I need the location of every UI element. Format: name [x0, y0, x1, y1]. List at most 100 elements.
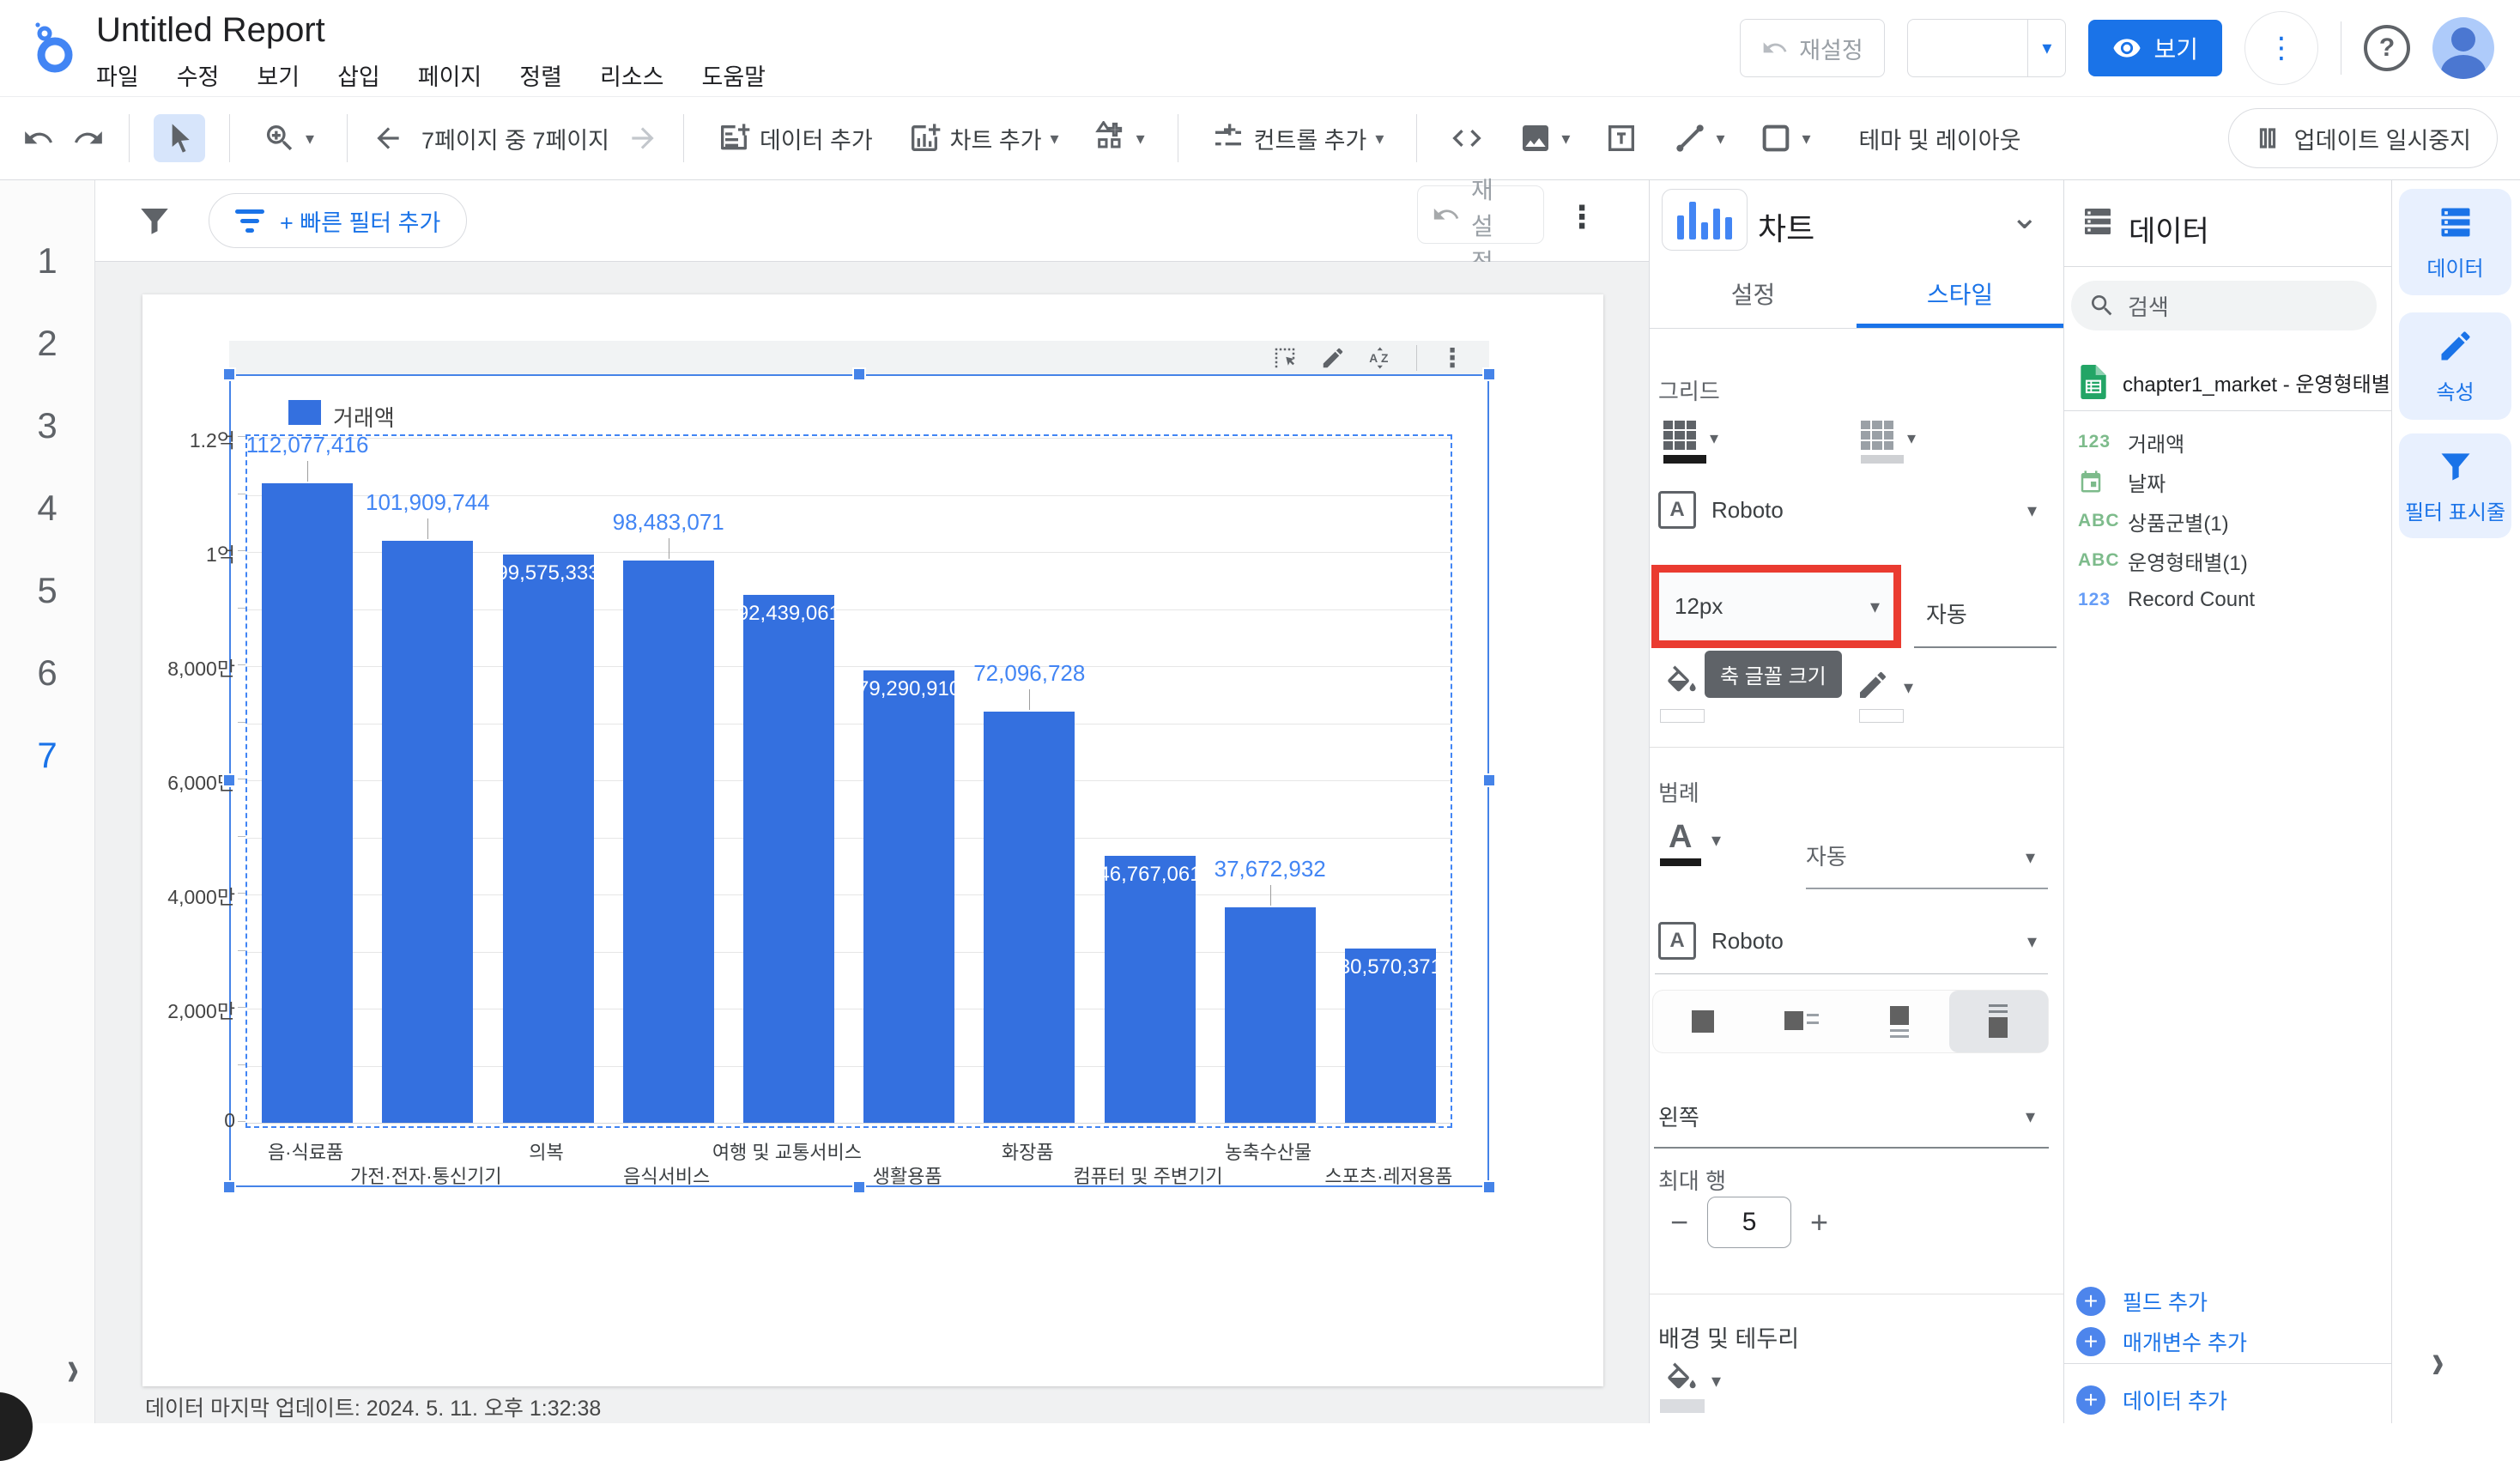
add-data-button[interactable]: 데이터 추가 [708, 114, 881, 162]
add-text-button[interactable] [1596, 114, 1647, 162]
field-row-상품군별(1)[interactable]: ABC 상품군별(1) [2064, 501, 2391, 541]
menu-item-수정[interactable]: 수정 [177, 58, 220, 92]
add-shape-button[interactable]: ▾ [1750, 114, 1819, 162]
view-button[interactable]: 보기 [2088, 20, 2222, 76]
legend-pos-none-button[interactable] [1653, 991, 1752, 1052]
report-title[interactable]: Untitled Report [96, 10, 766, 50]
add-parameter-button[interactable]: + 매개변수 추가 [2076, 1326, 2247, 1357]
bar-화장품[interactable] [984, 711, 1075, 1123]
page-indicator[interactable]: 7페이지 중 7페이지 [421, 122, 609, 155]
chevron-down-icon[interactable]: ⌄ [2010, 197, 2039, 237]
field-row-Record Count[interactable]: 123 Record Count [2064, 580, 2391, 620]
menu-item-보기[interactable]: 보기 [257, 58, 300, 92]
dropdown-arrow-icon[interactable]: ▾ [1711, 1370, 1721, 1392]
max-rows-value[interactable]: 5 [1707, 1197, 1792, 1248]
legend-alignment-select[interactable]: 왼쪽 [1658, 1100, 1699, 1132]
redo-icon[interactable] [72, 122, 105, 155]
share-button[interactable]: 공유 ▾ [1906, 19, 2067, 657]
axis-font-select[interactable]: A Roboto [1658, 491, 1784, 529]
chart-type-icon[interactable] [1662, 189, 1748, 251]
menu-item-페이지[interactable]: 페이지 [418, 58, 482, 92]
selection-handle[interactable] [1482, 367, 1496, 381]
bar-여행 및 교통서비스[interactable] [742, 595, 834, 1123]
report-page[interactable]: AZ ⋮ 거래액 112,077,416 101,909,744 99,575,33… [142, 294, 1603, 1386]
tab-style[interactable]: 스타일 [1857, 259, 2063, 328]
legend-pos-right-button[interactable] [1752, 991, 1851, 1052]
help-icon[interactable]: ? [2364, 25, 2410, 71]
gridline-color-picker[interactable] [1861, 421, 1904, 464]
canvas-reset-button[interactable]: 재설정 [1417, 177, 1544, 276]
share-dropdown-arrow-icon[interactable]: ▾ [2027, 20, 2065, 76]
dropdown-arrow-icon[interactable]: ▾ [1711, 829, 1721, 852]
add-line-button[interactable]: ▾ [1664, 114, 1733, 162]
community-visualizations-button[interactable]: ▾ [1085, 114, 1154, 162]
paint-bucket-icon[interactable] [1663, 663, 1699, 699]
zoom-tool-button[interactable]: ▾ [254, 114, 323, 162]
legend-pos-bottom-button[interactable] [1851, 991, 1949, 1052]
menu-item-삽입[interactable]: 삽입 [337, 58, 380, 92]
selection-handle[interactable] [222, 1180, 236, 1194]
embed-url-button[interactable] [1441, 114, 1493, 162]
report-canvas[interactable]: AZ ⋮ 거래액 112,077,416 101,909,744 99,575,33… [95, 262, 1649, 1423]
avatar[interactable] [2432, 17, 2494, 79]
dropdown-arrow-icon[interactable]: ▾ [1904, 676, 1913, 699]
canvas-more-options-icon[interactable]: ⋮ [1566, 199, 1597, 235]
collapse-panel-chevron-icon[interactable]: › [2432, 1335, 2444, 1391]
bar-의복[interactable] [502, 554, 594, 1123]
bar-농축수산물[interactable] [1224, 907, 1316, 1123]
bar-생활용품[interactable] [863, 670, 955, 1123]
add-control-button[interactable]: 컨트롤 추가 ▾ [1202, 114, 1393, 162]
paint-bucket-icon[interactable] [1663, 1360, 1699, 1396]
plus-icon[interactable]: + [1810, 1204, 1828, 1240]
field-row-운영형태별(1)[interactable]: ABC 운영형태별(1) [2064, 541, 2391, 580]
dropdown-arrow-icon[interactable]: ▾ [2026, 1106, 2035, 1128]
legend-color-auto-select[interactable]: 자동 [1806, 840, 1847, 871]
dropdown-arrow-icon[interactable]: ▾ [1710, 427, 1718, 449]
tab-setup[interactable]: 설정 [1650, 259, 1857, 328]
next-page-arrow-icon[interactable] [627, 122, 659, 155]
data-source-row[interactable]: chapter1_market - 운영형태별 [2080, 365, 2390, 399]
minus-icon[interactable]: − [1670, 1204, 1688, 1240]
selection-handle[interactable] [222, 367, 236, 381]
pencil-icon[interactable] [1856, 668, 1890, 702]
bar-컴퓨터 및 주변기기[interactable] [1104, 855, 1196, 1123]
pencil-icon[interactable] [1320, 345, 1346, 371]
legend-pos-top-button[interactable] [1949, 991, 2048, 1052]
rail-속성-button[interactable]: 속성 [2399, 312, 2511, 420]
legend-font-select[interactable]: A Roboto [1658, 922, 1784, 960]
selection-handle[interactable] [1482, 1180, 1496, 1194]
menu-item-정렬[interactable]: 정렬 [519, 58, 562, 92]
page-thumb-7[interactable]: 7 [0, 724, 94, 781]
select-tool-button[interactable] [154, 114, 205, 162]
field-row-거래액[interactable]: 123 거래액 [2064, 422, 2391, 462]
selection-handle[interactable] [852, 1180, 866, 1194]
menu-item-도움말[interactable]: 도움말 [702, 58, 766, 92]
undo-icon[interactable] [22, 122, 55, 155]
dropdown-arrow-icon[interactable]: ▾ [2027, 500, 2037, 522]
selection-handle[interactable] [222, 773, 236, 787]
page-thumb-1[interactable]: 1 [0, 240, 94, 282]
bar-chart-plot-area[interactable]: 112,077,416 101,909,744 99,575,333 98,483,0… [245, 432, 1452, 1128]
bar-음식서비스[interactable] [622, 561, 714, 1123]
menu-item-리소스[interactable]: 리소스 [600, 58, 664, 92]
previous-page-arrow-icon[interactable] [372, 122, 404, 155]
selection-handle[interactable] [852, 367, 866, 381]
select-region-icon[interactable] [1272, 345, 1298, 371]
sort-az-icon[interactable]: AZ [1368, 345, 1394, 371]
reset-button[interactable]: 재설정 [1740, 19, 1885, 77]
axis-color-picker[interactable] [1663, 421, 1706, 464]
dropdown-arrow-icon[interactable]: ▾ [2027, 931, 2037, 953]
pause-updates-button[interactable]: 업데이트 일시중지 [2227, 108, 2498, 168]
page-thumb-3[interactable]: 3 [0, 405, 94, 446]
page-thumb-2[interactable]: 2 [0, 323, 94, 364]
add-image-button[interactable]: ▾ [1510, 114, 1578, 162]
bar-음·식료품[interactable] [262, 482, 354, 1123]
add-chart-button[interactable]: 차트 추가 ▾ [899, 114, 1068, 162]
legend-font-color-icon[interactable]: A [1669, 819, 1692, 856]
dropdown-arrow-icon[interactable]: ▾ [1907, 427, 1916, 449]
add-data-button[interactable]: + 데이터 추가 [2076, 1385, 2227, 1416]
selection-handle[interactable] [1482, 773, 1496, 787]
page-thumb-4[interactable]: 4 [0, 488, 94, 529]
bar-가전·전자·통신기기[interactable] [382, 541, 474, 1123]
rail-데이터-button[interactable]: 데이터 [2399, 189, 2511, 295]
